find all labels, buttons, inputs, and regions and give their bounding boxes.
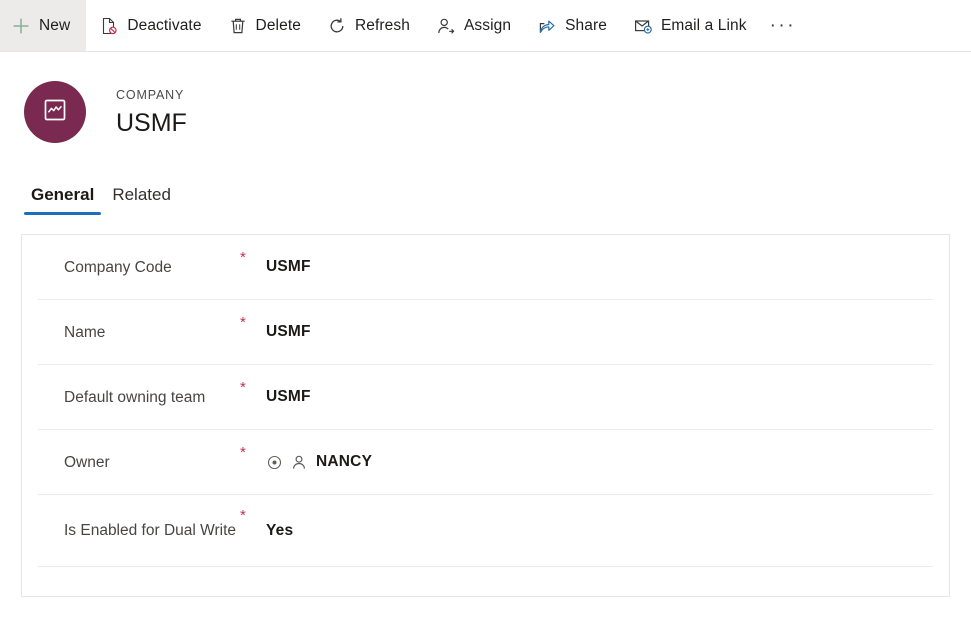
owner-icon-group — [266, 454, 307, 471]
field-label-company-code: Company Code — [64, 258, 172, 276]
form-row-name: Name * USMF — [38, 300, 933, 365]
required-marker: * — [240, 444, 246, 461]
company-code-text: USMF — [266, 258, 311, 275]
required-marker: * — [240, 314, 246, 331]
record-lock-icon — [266, 454, 283, 471]
command-bar: New Deactivate Delete Refresh Assign Sha… — [0, 0, 971, 52]
share-button-label: Share — [565, 16, 607, 34]
required-marker: * — [240, 507, 246, 524]
company-chart-icon — [42, 97, 68, 128]
deactivate-icon — [99, 16, 119, 36]
tab-strip: General Related — [0, 179, 971, 215]
record-entity-type: COMPANY — [116, 87, 185, 102]
share-button[interactable]: Share — [524, 0, 620, 51]
dual-write-text: Yes — [266, 521, 294, 539]
required-marker: * — [240, 249, 246, 266]
page-title: USMF — [116, 108, 187, 137]
field-label-name: Name — [64, 323, 106, 341]
plus-icon — [11, 16, 31, 36]
general-form-card: Company Code * USMF Name * USMF Default … — [21, 234, 950, 597]
assign-person-icon — [436, 16, 456, 36]
tab-related[interactable]: Related — [103, 184, 180, 215]
overflow-menu-button[interactable]: ··· — [760, 0, 810, 51]
email-a-link-button[interactable]: Email a Link — [620, 0, 760, 51]
email-a-link-button-label: Email a Link — [660, 16, 747, 34]
field-value-is-enabled-for-dual-write[interactable]: Yes — [266, 522, 293, 540]
owner-name-text: NANCY — [316, 453, 373, 470]
field-value-default-owning-team[interactable]: USMF — [266, 388, 311, 406]
form-row-owner: Owner * NANCY — [38, 430, 933, 495]
new-button[interactable]: New — [0, 0, 87, 51]
record-title-block: COMPANY USMF — [116, 87, 187, 138]
trash-icon — [228, 16, 248, 36]
avatar — [24, 81, 86, 143]
form-row-default-owning-team: Default owning team * USMF — [38, 365, 933, 430]
email-link-icon — [633, 16, 653, 36]
field-value-owner[interactable]: NANCY — [266, 453, 372, 471]
form-row-company-code: Company Code * USMF — [38, 235, 933, 300]
field-label-is-enabled-for-dual-write: Is Enabled for Dual Write — [64, 522, 237, 539]
field-value-name[interactable]: USMF — [266, 323, 311, 341]
assign-button-label: Assign — [463, 16, 512, 34]
refresh-icon — [327, 16, 347, 36]
delete-button-label: Delete — [255, 16, 301, 34]
delete-button[interactable]: Delete — [215, 0, 314, 51]
field-value-company-code[interactable]: USMF — [266, 258, 311, 276]
deactivate-button-label: Deactivate — [127, 16, 202, 34]
name-text: USMF — [266, 323, 311, 340]
field-label-default-owning-team: Default owning team — [64, 388, 206, 406]
field-label-owner: Owner — [64, 453, 110, 471]
share-icon — [537, 16, 557, 36]
assign-button[interactable]: Assign — [423, 0, 524, 51]
default-owning-team-text: USMF — [266, 388, 311, 405]
refresh-button-label: Refresh — [354, 16, 410, 34]
required-marker: * — [240, 379, 246, 396]
person-icon — [290, 454, 307, 471]
refresh-button[interactable]: Refresh — [314, 0, 423, 51]
deactivate-button[interactable]: Deactivate — [86, 0, 214, 51]
record-header: COMPANY USMF — [0, 52, 971, 148]
form-row-is-enabled-for-dual-write: Is Enabled for Dual Write * Yes — [38, 495, 933, 567]
tab-general[interactable]: General — [22, 184, 103, 215]
new-button-label: New — [39, 16, 71, 34]
